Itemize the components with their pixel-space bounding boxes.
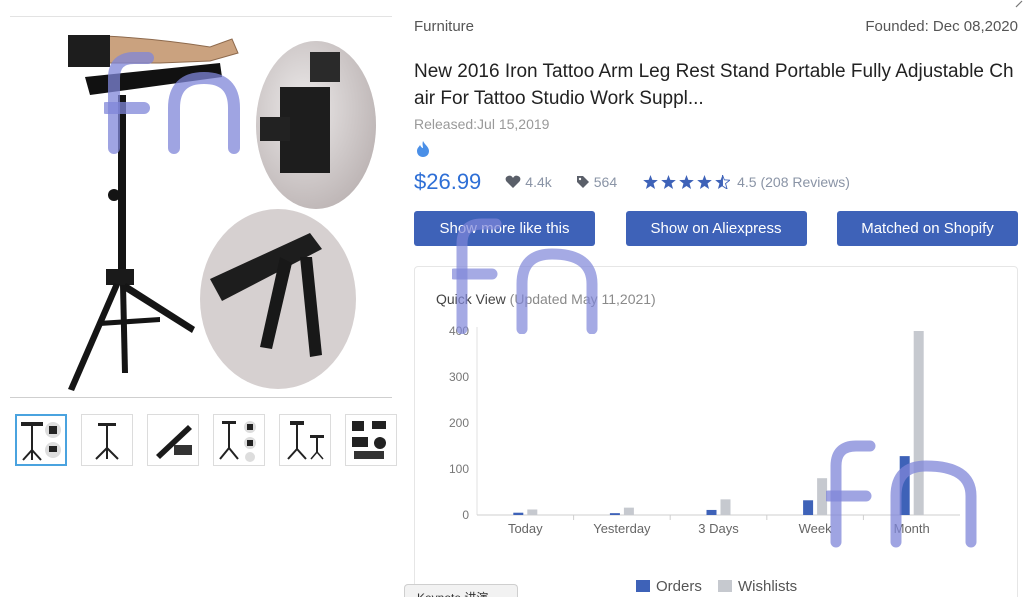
legend-label-orders: Orders (656, 578, 702, 595)
rating-stars: 4.5 (208 Reviews) (643, 174, 850, 190)
y-tick-label: 300 (449, 370, 469, 384)
thumbnail-3[interactable] (147, 414, 199, 466)
thumbnail-strip (15, 414, 397, 466)
heart-icon (505, 175, 521, 188)
bar-wishlists (720, 499, 731, 515)
product-title: New 2016 Iron Tattoo Arm Leg Rest Stand … (414, 61, 1014, 109)
hot-fire-icon (415, 140, 431, 158)
bar-orders (706, 509, 717, 515)
keynote-taskbar-tab[interactable]: Keynote 讲演 (404, 584, 518, 597)
stats-row: $26.99 4.4k 564 4.5 (208 Reviews) (414, 168, 850, 196)
gallery-bottom-divider (10, 397, 392, 398)
legend-swatch-wishlists (718, 580, 732, 592)
thumbnail-1[interactable] (15, 414, 67, 466)
bar-orders (609, 513, 620, 515)
bar-orders (513, 512, 524, 515)
star-icon (661, 175, 676, 189)
x-tick-label: Week (799, 521, 832, 536)
y-tick-label: 100 (449, 462, 469, 476)
product-gallery (10, 0, 397, 597)
tags-count: 564 (593, 174, 618, 190)
y-tick-label: 0 (462, 508, 469, 522)
x-tick-label: Yesterday (593, 521, 651, 536)
thumbnail-6[interactable] (345, 414, 397, 466)
star-icon (679, 175, 694, 189)
main-product-image[interactable] (10, 17, 392, 397)
founded-date: Founded: Dec 08,2020 (865, 18, 1018, 35)
x-tick-label: Today (508, 521, 543, 536)
product-details: Furniture Founded: Dec 08,2020 New 2016 … (414, 0, 1024, 597)
corner-arrow-icon[interactable] (1014, 0, 1024, 12)
star-icon (697, 175, 712, 189)
thumbnail-2[interactable] (81, 414, 133, 466)
half-star-icon (715, 175, 731, 189)
matched-on-shopify-button[interactable]: Matched on Shopify (837, 211, 1018, 246)
price: $26.99 (414, 169, 482, 194)
quick-view-title: Quick View (Updated May 11,2021) (436, 291, 656, 307)
likes-stat: 4.4k (505, 174, 552, 190)
show-on-aliexpress-button[interactable]: Show on Aliexpress (625, 211, 807, 246)
released-date: Released:Jul 15,2019 (414, 116, 550, 132)
quick-view-panel: 0 100 200 300 400 Today Yesterday 3 Days Week Mon… (414, 266, 1018, 597)
show-more-like-this-button[interactable]: Show more like this (414, 211, 595, 246)
x-tick-label: 3 Days (698, 521, 739, 536)
quick-view-label: Quick View (436, 291, 506, 307)
action-buttons: Show more like this Show on Aliexpress M… (414, 211, 1018, 246)
legend-label-wishlists: Wishlists (738, 578, 797, 595)
quick-view-chart: 0 100 200 300 400 Today Yesterday 3 Days Week Mon… (449, 324, 960, 595)
rating-text[interactable]: 4.5 (208 Reviews) (737, 174, 850, 190)
bar-wishlists (623, 507, 634, 515)
quick-view-updated: (Updated May 11,2021) (509, 291, 656, 307)
tag-icon (576, 176, 589, 188)
star-icon (643, 175, 658, 189)
legend-swatch-orders (636, 580, 650, 592)
category-label[interactable]: Furniture (414, 18, 474, 35)
likes-count: 4.4k (525, 174, 552, 190)
thumbnail-4[interactable] (213, 414, 265, 466)
bar-orders (899, 456, 910, 515)
bar-orders (803, 500, 814, 515)
tags-stat: 564 (576, 174, 617, 190)
thumbnail-5[interactable] (279, 414, 331, 466)
bar-wishlists (527, 509, 538, 515)
bar-wishlists (913, 331, 924, 515)
y-tick-label: 400 (449, 324, 469, 338)
x-tick-label: Month (894, 521, 930, 536)
bar-wishlists (817, 478, 828, 515)
y-tick-label: 200 (449, 416, 469, 430)
